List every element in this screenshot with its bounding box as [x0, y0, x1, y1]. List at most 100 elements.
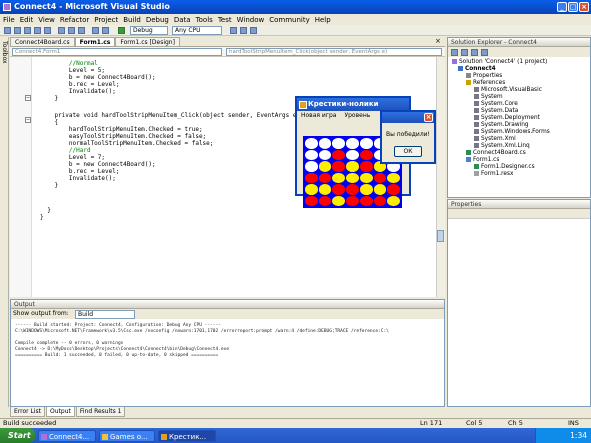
save-icon[interactable]	[34, 27, 41, 34]
board-cell-red[interactable]	[346, 195, 359, 206]
tree-node-file[interactable]: Form1.cs	[466, 157, 499, 164]
board-cell-white[interactable]	[305, 138, 318, 149]
refresh-icon[interactable]	[471, 49, 478, 56]
collapse-region-icon[interactable]: −	[25, 95, 31, 101]
find-icon[interactable]	[230, 27, 237, 34]
board-cell-red[interactable]	[332, 184, 346, 195]
board-cell-yellow[interactable]	[359, 172, 373, 183]
start-button[interactable]: Start	[0, 428, 35, 443]
menu-help[interactable]: Help	[315, 16, 331, 24]
menu-level[interactable]: Уровень	[344, 111, 370, 121]
toolbox-tab[interactable]: Toolbox	[0, 37, 9, 407]
tab-find-results[interactable]: Find Results 1	[75, 407, 126, 417]
board-cell-yellow[interactable]	[346, 172, 359, 183]
menu-file[interactable]: File	[3, 16, 15, 24]
task-games[interactable]: Games o...	[99, 429, 155, 442]
board-cell-white[interactable]	[346, 149, 359, 160]
menu-community[interactable]: Community	[269, 16, 310, 24]
tree-node-reference[interactable]: System.Data	[474, 108, 518, 115]
tree-node-file[interactable]: Form1.resx	[474, 171, 513, 178]
tab-form1-design[interactable]: Form1.cs [Design]	[115, 37, 180, 46]
tab-error-list[interactable]: Error List	[10, 407, 46, 417]
board-cell-red[interactable]	[387, 184, 400, 195]
config-select[interactable]: Debug	[130, 26, 168, 35]
tree-node-references[interactable]: References	[466, 80, 505, 87]
cut-icon[interactable]	[58, 27, 65, 34]
board-cell-yellow[interactable]	[318, 184, 332, 195]
tree-node-file[interactable]: Connect4Board.cs	[466, 150, 526, 157]
class-dropdown[interactable]: Connect4.Form1	[12, 48, 222, 56]
board-cell-red[interactable]	[359, 195, 373, 206]
board-cell-white[interactable]	[359, 138, 373, 149]
ok-button[interactable]: ОК	[394, 146, 422, 157]
board-cell-red[interactable]	[346, 184, 359, 195]
member-dropdown[interactable]: hardToolStripMenuItem_Click(object sende…	[226, 48, 442, 56]
platform-select[interactable]: Any CPU	[172, 26, 222, 35]
tree-node-reference[interactable]: Microsoft.VisualBasic	[474, 87, 542, 94]
tree-node-properties[interactable]: Properties	[466, 73, 502, 80]
menu-tools[interactable]: Tools	[196, 16, 213, 24]
close-document-icon[interactable]: ×	[435, 37, 441, 45]
tab-connect4board[interactable]: Connect4Board.cs	[10, 37, 75, 46]
collapse-region-icon[interactable]: −	[25, 117, 31, 123]
board-cell-yellow[interactable]	[387, 195, 400, 206]
menu-data[interactable]: Data	[174, 16, 191, 24]
minimize-button[interactable]: _	[557, 2, 567, 12]
board-cell-yellow[interactable]	[305, 184, 318, 195]
undo-icon[interactable]	[92, 27, 99, 34]
board-cell-white[interactable]	[305, 161, 318, 172]
board-cell-yellow[interactable]	[332, 195, 346, 206]
board-cell-yellow[interactable]	[387, 172, 400, 183]
menu-refactor[interactable]: Refactor	[60, 16, 89, 24]
menu-new-game[interactable]: Новая игра	[301, 111, 336, 121]
board-cell-white[interactable]	[332, 138, 346, 149]
tree-node-solution[interactable]: Solution 'Connect4' (1 project)	[452, 59, 547, 66]
start-debugging-icon[interactable]	[118, 27, 125, 34]
board-cell-white[interactable]	[318, 149, 332, 160]
solution-explorer-icon[interactable]	[240, 27, 247, 34]
task-game-window[interactable]: Крестик...	[158, 429, 216, 442]
properties-icon[interactable]	[250, 27, 257, 34]
message-box-close-button[interactable]: ×	[424, 113, 433, 122]
board-cell-white[interactable]	[318, 138, 332, 149]
board-cell-red[interactable]	[305, 195, 318, 206]
board-cell-red[interactable]	[359, 161, 373, 172]
menu-window[interactable]: Window	[237, 16, 265, 24]
tree-node-reference[interactable]: System.Core	[474, 101, 518, 108]
properties-icon[interactable]	[451, 49, 458, 56]
new-project-icon[interactable]	[4, 27, 11, 34]
paste-icon[interactable]	[78, 27, 85, 34]
tree-node-project[interactable]: Connect4	[458, 66, 496, 73]
board-cell-yellow[interactable]	[318, 161, 332, 172]
tree-node-file[interactable]: Form1.Designer.cs	[474, 164, 535, 171]
menu-view[interactable]: View	[38, 16, 55, 24]
redo-icon[interactable]	[102, 27, 109, 34]
view-code-icon[interactable]	[481, 49, 488, 56]
maximize-button[interactable]: □	[568, 2, 578, 12]
tree-node-reference[interactable]: System.Drawing	[474, 122, 529, 129]
board-cell-yellow[interactable]	[359, 184, 373, 195]
editor-scroll-thumb[interactable]	[437, 230, 444, 242]
board-cell-yellow[interactable]	[373, 184, 387, 195]
task-visual-studio[interactable]: Connect4...	[38, 429, 96, 442]
board-cell-red[interactable]	[318, 195, 332, 206]
editor-scrollbar[interactable]	[436, 57, 445, 297]
save-all-icon[interactable]	[44, 27, 51, 34]
tree-node-reference[interactable]: System.Xml	[474, 136, 516, 143]
tree-node-reference[interactable]: System.Deployment	[474, 115, 540, 122]
menu-project[interactable]: Project	[94, 16, 118, 24]
menu-build[interactable]: Build	[123, 16, 141, 24]
tab-output[interactable]: Output	[46, 407, 75, 417]
board-cell-white[interactable]	[346, 138, 359, 149]
board-cell-red[interactable]	[359, 149, 373, 160]
tree-node-reference[interactable]: System	[474, 94, 503, 101]
add-item-icon[interactable]	[14, 27, 21, 34]
tab-form1-cs[interactable]: Form1.cs	[74, 37, 116, 46]
board-cell-red[interactable]	[332, 149, 346, 160]
board-cell-red[interactable]	[373, 195, 387, 206]
board-cell-white[interactable]	[305, 149, 318, 160]
board-cell-yellow[interactable]	[346, 161, 359, 172]
show-all-files-icon[interactable]	[461, 49, 468, 56]
open-file-icon[interactable]	[24, 27, 31, 34]
menu-edit[interactable]: Edit	[20, 16, 34, 24]
